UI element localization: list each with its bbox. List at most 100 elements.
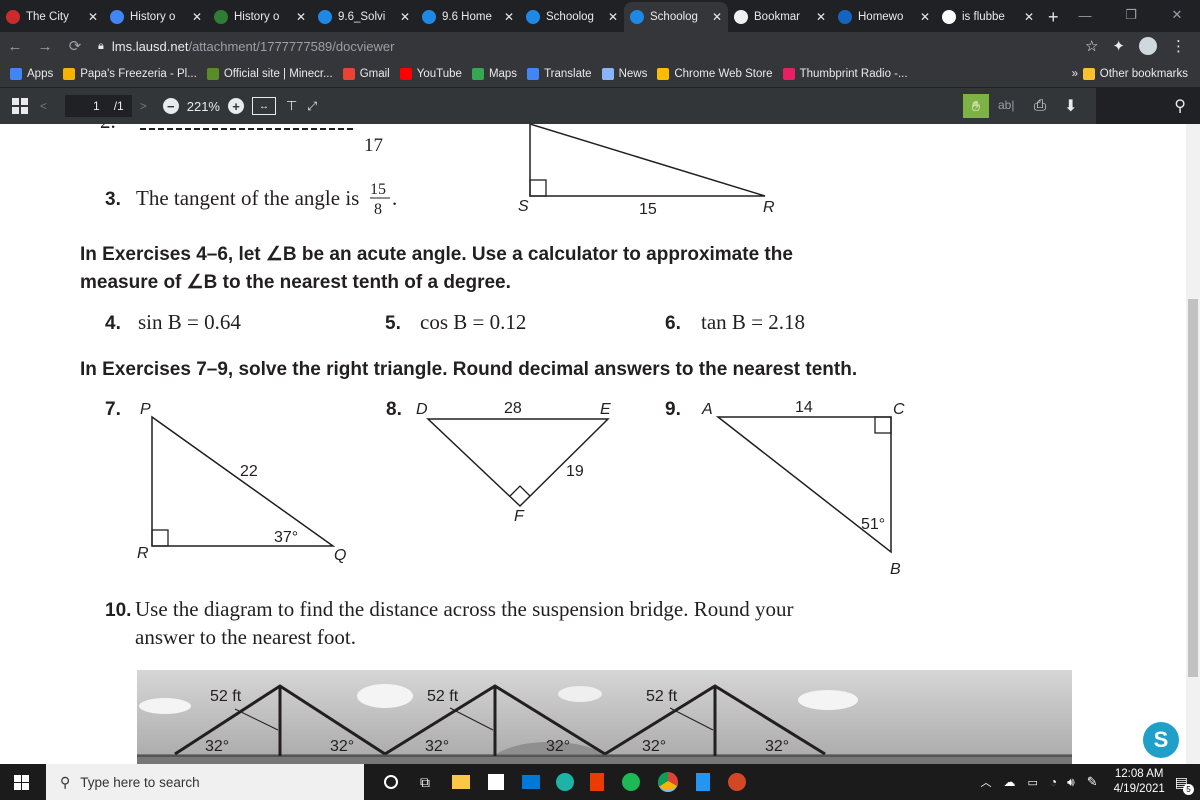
tab-close-icon[interactable]: ✕ — [400, 10, 410, 24]
tab-2[interactable]: History o ✕ — [208, 2, 312, 32]
tab-close-icon[interactable]: ✕ — [192, 10, 202, 24]
bridge-angle-2: 32° — [330, 738, 354, 755]
tab-close-icon[interactable]: ✕ — [816, 10, 826, 24]
address-bar[interactable]: 🔒︎ lms.lausd.net/attachment/1777777589/d… — [90, 34, 1085, 58]
floating-s-button[interactable]: S — [1143, 722, 1179, 758]
city-favicon — [6, 10, 20, 24]
bookmark-item[interactable]: Chrome Web Store — [657, 67, 773, 80]
mail-icon[interactable] — [522, 775, 540, 789]
bookmark-item[interactable]: Official site | Minecr... — [206, 67, 333, 80]
tab-close-icon[interactable]: ✕ — [712, 10, 722, 24]
search-icon: ⚲ — [1174, 98, 1186, 115]
tab-close-icon[interactable]: ✕ — [296, 10, 306, 24]
tab-6[interactable]: Schoolog ✕ — [624, 2, 728, 32]
minimize-button[interactable]: — — [1062, 0, 1108, 30]
bookmark-item[interactable]: YouTube — [399, 67, 462, 80]
windows-start-icon[interactable] — [14, 775, 29, 790]
battery-icon[interactable]: ▭ — [1027, 776, 1037, 789]
q7-hypotenuse: 22 — [240, 463, 258, 480]
tab-8[interactable]: Homewo ✕ — [832, 2, 936, 32]
zoom-in-button[interactable]: + — [227, 98, 244, 114]
tab-close-icon[interactable]: ✕ — [88, 10, 98, 24]
print-icon[interactable]: ⎙ — [1034, 97, 1046, 114]
bookmark-item[interactable]: Gmail — [342, 67, 390, 80]
tab-close-icon[interactable]: ✕ — [504, 10, 514, 24]
page-indicator[interactable]: 1/1 — [65, 95, 132, 117]
taskbar-clock[interactable]: 12:08 AM 4/19/2021 — [1114, 767, 1165, 797]
scrollbar-thumb[interactable] — [1188, 299, 1198, 677]
vertical-scrollbar[interactable] — [1186, 124, 1200, 764]
bookmark-item[interactable]: Maps — [471, 67, 517, 80]
q3-number: 3. — [105, 189, 121, 210]
q9-number: 9. — [665, 399, 681, 420]
office-icon[interactable] — [590, 773, 604, 791]
tab-close-icon[interactable]: ✕ — [920, 10, 930, 24]
store-icon[interactable] — [488, 774, 504, 790]
pan-hand-icon[interactable]: ✋︎ — [963, 94, 989, 118]
bookmark-item[interactable]: Thumbprint Radio -... — [782, 67, 908, 80]
download-icon[interactable]: ⬇ — [1064, 96, 1077, 116]
tab-7[interactable]: Bookmar ✕ — [728, 2, 832, 32]
extension-icon[interactable]: ✦ — [1112, 37, 1125, 55]
spotify-icon[interactable] — [622, 773, 640, 791]
other-bookmarks-folder[interactable]: Other bookmarks — [1082, 67, 1188, 80]
tray-chevron-icon[interactable]: ︿ — [980, 774, 991, 790]
task-view-icon[interactable]: ⧉ — [420, 774, 430, 791]
taskbar-search-box[interactable]: ⚲ Type here to search — [46, 764, 364, 800]
bookmark-item[interactable]: News — [601, 67, 647, 80]
fit-width-icon[interactable]: ↔ — [251, 97, 276, 115]
folder-icon — [1082, 67, 1095, 80]
q5-number: 5. — [385, 313, 401, 334]
tab-close-icon[interactable]: ✕ — [1024, 10, 1034, 24]
url-path: /attachment/1777777589/docviewer — [188, 38, 395, 54]
tab-5[interactable]: Schoolog ✕ — [520, 2, 624, 32]
fullscreen-icon[interactable]: ⤢ — [307, 99, 317, 114]
profile-avatar[interactable] — [1139, 37, 1157, 55]
pdf-search-box[interactable]: ⚲ — [1096, 88, 1200, 124]
menu-kebab-icon[interactable]: ⋮ — [1171, 37, 1186, 55]
chrome-icon[interactable] — [658, 772, 678, 792]
close-window-button[interactable]: ✕ — [1154, 0, 1200, 30]
tab-3[interactable]: 9.6_Solvi ✕ — [312, 2, 416, 32]
volume-icon[interactable]: 🔊︎ — [1067, 775, 1075, 790]
notification-center-icon[interactable]: ▤ 5 — [1175, 774, 1194, 795]
text-select-icon[interactable]: ab| — [998, 98, 1014, 112]
bookmark-favicon-icon — [342, 67, 355, 80]
bookmark-item[interactable]: Papa's Freezeria - Pl... — [63, 67, 197, 80]
tab-1[interactable]: History o ✕ — [104, 2, 208, 32]
tab-0[interactable]: The City ✕ — [0, 2, 104, 32]
tab-close-icon[interactable]: ✕ — [608, 10, 618, 24]
fit-page-icon[interactable]: ⊤ — [286, 98, 297, 114]
schoology-favicon — [526, 10, 540, 24]
edge-icon[interactable] — [556, 773, 574, 791]
bridge-diagram: 52 ft 52 ft 52 ft 32° 32° 32° 32° 32° 32… — [137, 670, 1072, 764]
bookmark-star-icon[interactable]: ☆ — [1085, 37, 1098, 55]
app-icon[interactable] — [696, 773, 710, 791]
sidebar-grid-icon[interactable] — [12, 98, 28, 114]
tab-9[interactable]: is flubbe ✕ — [936, 2, 1040, 32]
q4-text: sin B = 0.64 — [138, 310, 241, 334]
next-page-button[interactable]: > — [140, 99, 147, 113]
powerpoint-icon[interactable] — [728, 773, 746, 791]
prev-page-button[interactable]: < — [40, 99, 47, 113]
restore-button[interactable]: ❐ — [1108, 0, 1154, 30]
zoom-level[interactable]: 221% — [187, 99, 220, 114]
bookmarks-more-button[interactable]: » — [1072, 68, 1078, 80]
reload-button[interactable]: ⟳ — [60, 37, 90, 55]
zoom-out-button[interactable]: − — [162, 98, 179, 114]
bookmark-item[interactable]: Apps — [10, 67, 53, 80]
q8-top-side: 28 — [504, 400, 522, 417]
pen-icon[interactable]: ✎ — [1087, 774, 1098, 790]
tab-title: 9.6_Solvi — [338, 11, 386, 23]
wifi-icon[interactable]: ◔ — [1050, 775, 1057, 789]
bookmark-item[interactable]: Translate — [527, 67, 592, 80]
bridge-angle-5: 32° — [642, 738, 666, 755]
tab-4[interactable]: 9.6 Home ✕ — [416, 2, 520, 32]
cortana-icon[interactable] — [384, 775, 398, 789]
tab-title: Bookmar — [754, 11, 801, 23]
onedrive-icon[interactable]: ☁ — [1003, 775, 1015, 789]
back-button[interactable]: ← — [0, 38, 30, 55]
file-explorer-icon[interactable] — [452, 775, 470, 789]
bookmark-favicon-icon — [206, 67, 219, 80]
forward-button[interactable]: → — [30, 38, 60, 55]
